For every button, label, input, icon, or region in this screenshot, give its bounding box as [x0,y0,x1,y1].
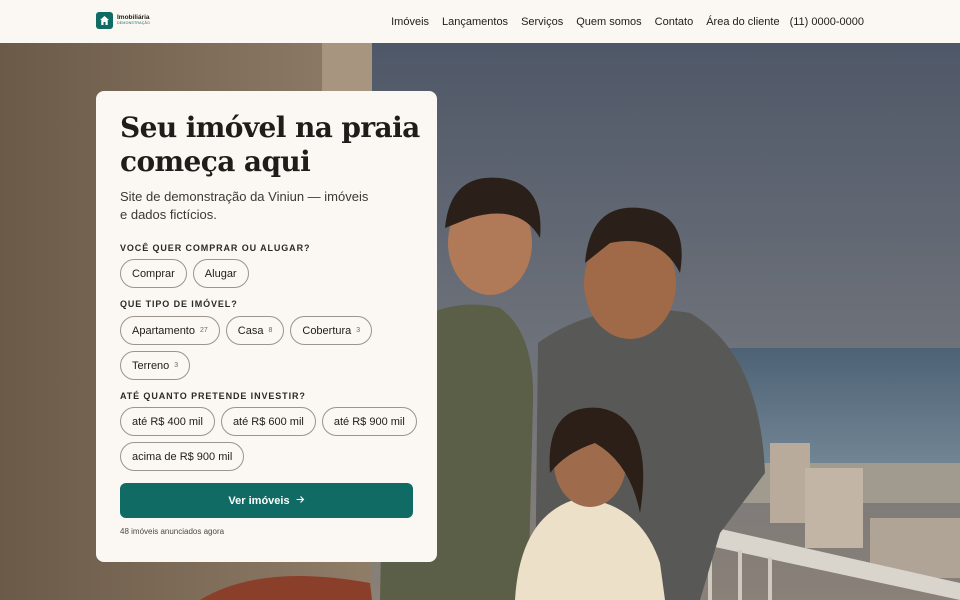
deal-type-label: Você quer comprar ou alugar? [120,243,311,253]
cta-label: Ver imóveis [228,494,290,507]
chip-label: Alugar [204,267,237,280]
chip-comprar[interactable]: Comprar [120,259,187,288]
nav-item-quem-somos[interactable]: Quem somos [576,16,641,28]
chip-acima-900[interactable]: acima de R$ 900 mil [120,442,245,471]
property-type-options: Apartamento 27 Casa 8 Cobertura 3 Terren… [120,316,420,380]
chip-label: Cobertura [302,324,352,337]
nav-item-contato[interactable]: Contato [655,16,694,28]
budget-options: até R$ 400 mil até R$ 600 mil até R$ 900… [120,407,420,471]
arrow-right-icon [296,495,305,507]
deal-type-options: Comprar Alugar [120,259,420,288]
property-type-label: Que tipo de imóvel? [120,299,238,309]
main-nav: Imóveis Lançamentos Serviços Quem somos … [391,0,864,43]
chip-ate-900[interactable]: até R$ 900 mil [321,407,417,436]
chip-casa[interactable]: Casa 8 [225,316,285,345]
chip-alugar[interactable]: Alugar [192,259,249,288]
chip-label: até R$ 900 mil [333,415,405,428]
chip-count: 8 [268,327,273,334]
chip-label: até R$ 400 mil [132,415,203,428]
chip-count: 3 [174,362,179,369]
chip-count: 27 [199,327,208,334]
nav-item-area-do-cliente[interactable]: Área do cliente [706,16,779,28]
site-header: Imobiliária DEMONSTRAÇÃO Imóveis Lançame… [0,0,960,43]
chip-label: Casa [237,324,264,337]
hero-subtitle: Site de demonstração da Viniun — imóveis… [120,189,369,222]
chip-count: 3 [356,327,361,334]
chip-ate-400[interactable]: até R$ 400 mil [120,407,215,436]
nav-item-servicos[interactable]: Serviços [521,16,563,28]
chip-label: até R$ 600 mil [232,415,304,428]
chip-cobertura[interactable]: Cobertura 3 [290,316,373,345]
brand-tagline: DEMONSTRAÇÃO [117,21,151,26]
chip-label: acima de R$ 900 mil [132,450,233,463]
nav-phone-link[interactable]: (11) 0000-0000 [790,16,864,28]
nav-item-imoveis[interactable]: Imóveis [391,16,429,28]
chip-label: Apartamento [132,324,195,337]
search-card: Seu imóvel na praia começa aqui Site de … [96,91,437,562]
chip-label: Terreno [132,359,170,372]
brand-logo[interactable]: Imobiliária DEMONSTRAÇÃO [96,12,150,29]
chip-ate-600[interactable]: até R$ 600 mil [220,407,316,436]
chip-terreno[interactable]: Terreno 3 [120,351,191,380]
hero-title: Seu imóvel na praia começa aqui [120,111,420,178]
budget-label: Até quanto pretende investir? [120,391,306,401]
view-properties-button[interactable]: Ver imóveis [120,483,413,518]
chip-label: Comprar [132,267,175,280]
listing-count-note: 48 imóveis anunciados agora [120,527,225,536]
house-icon [96,12,113,29]
chip-apartamento[interactable]: Apartamento 27 [120,316,220,345]
nav-item-lancamentos[interactable]: Lançamentos [442,16,508,28]
